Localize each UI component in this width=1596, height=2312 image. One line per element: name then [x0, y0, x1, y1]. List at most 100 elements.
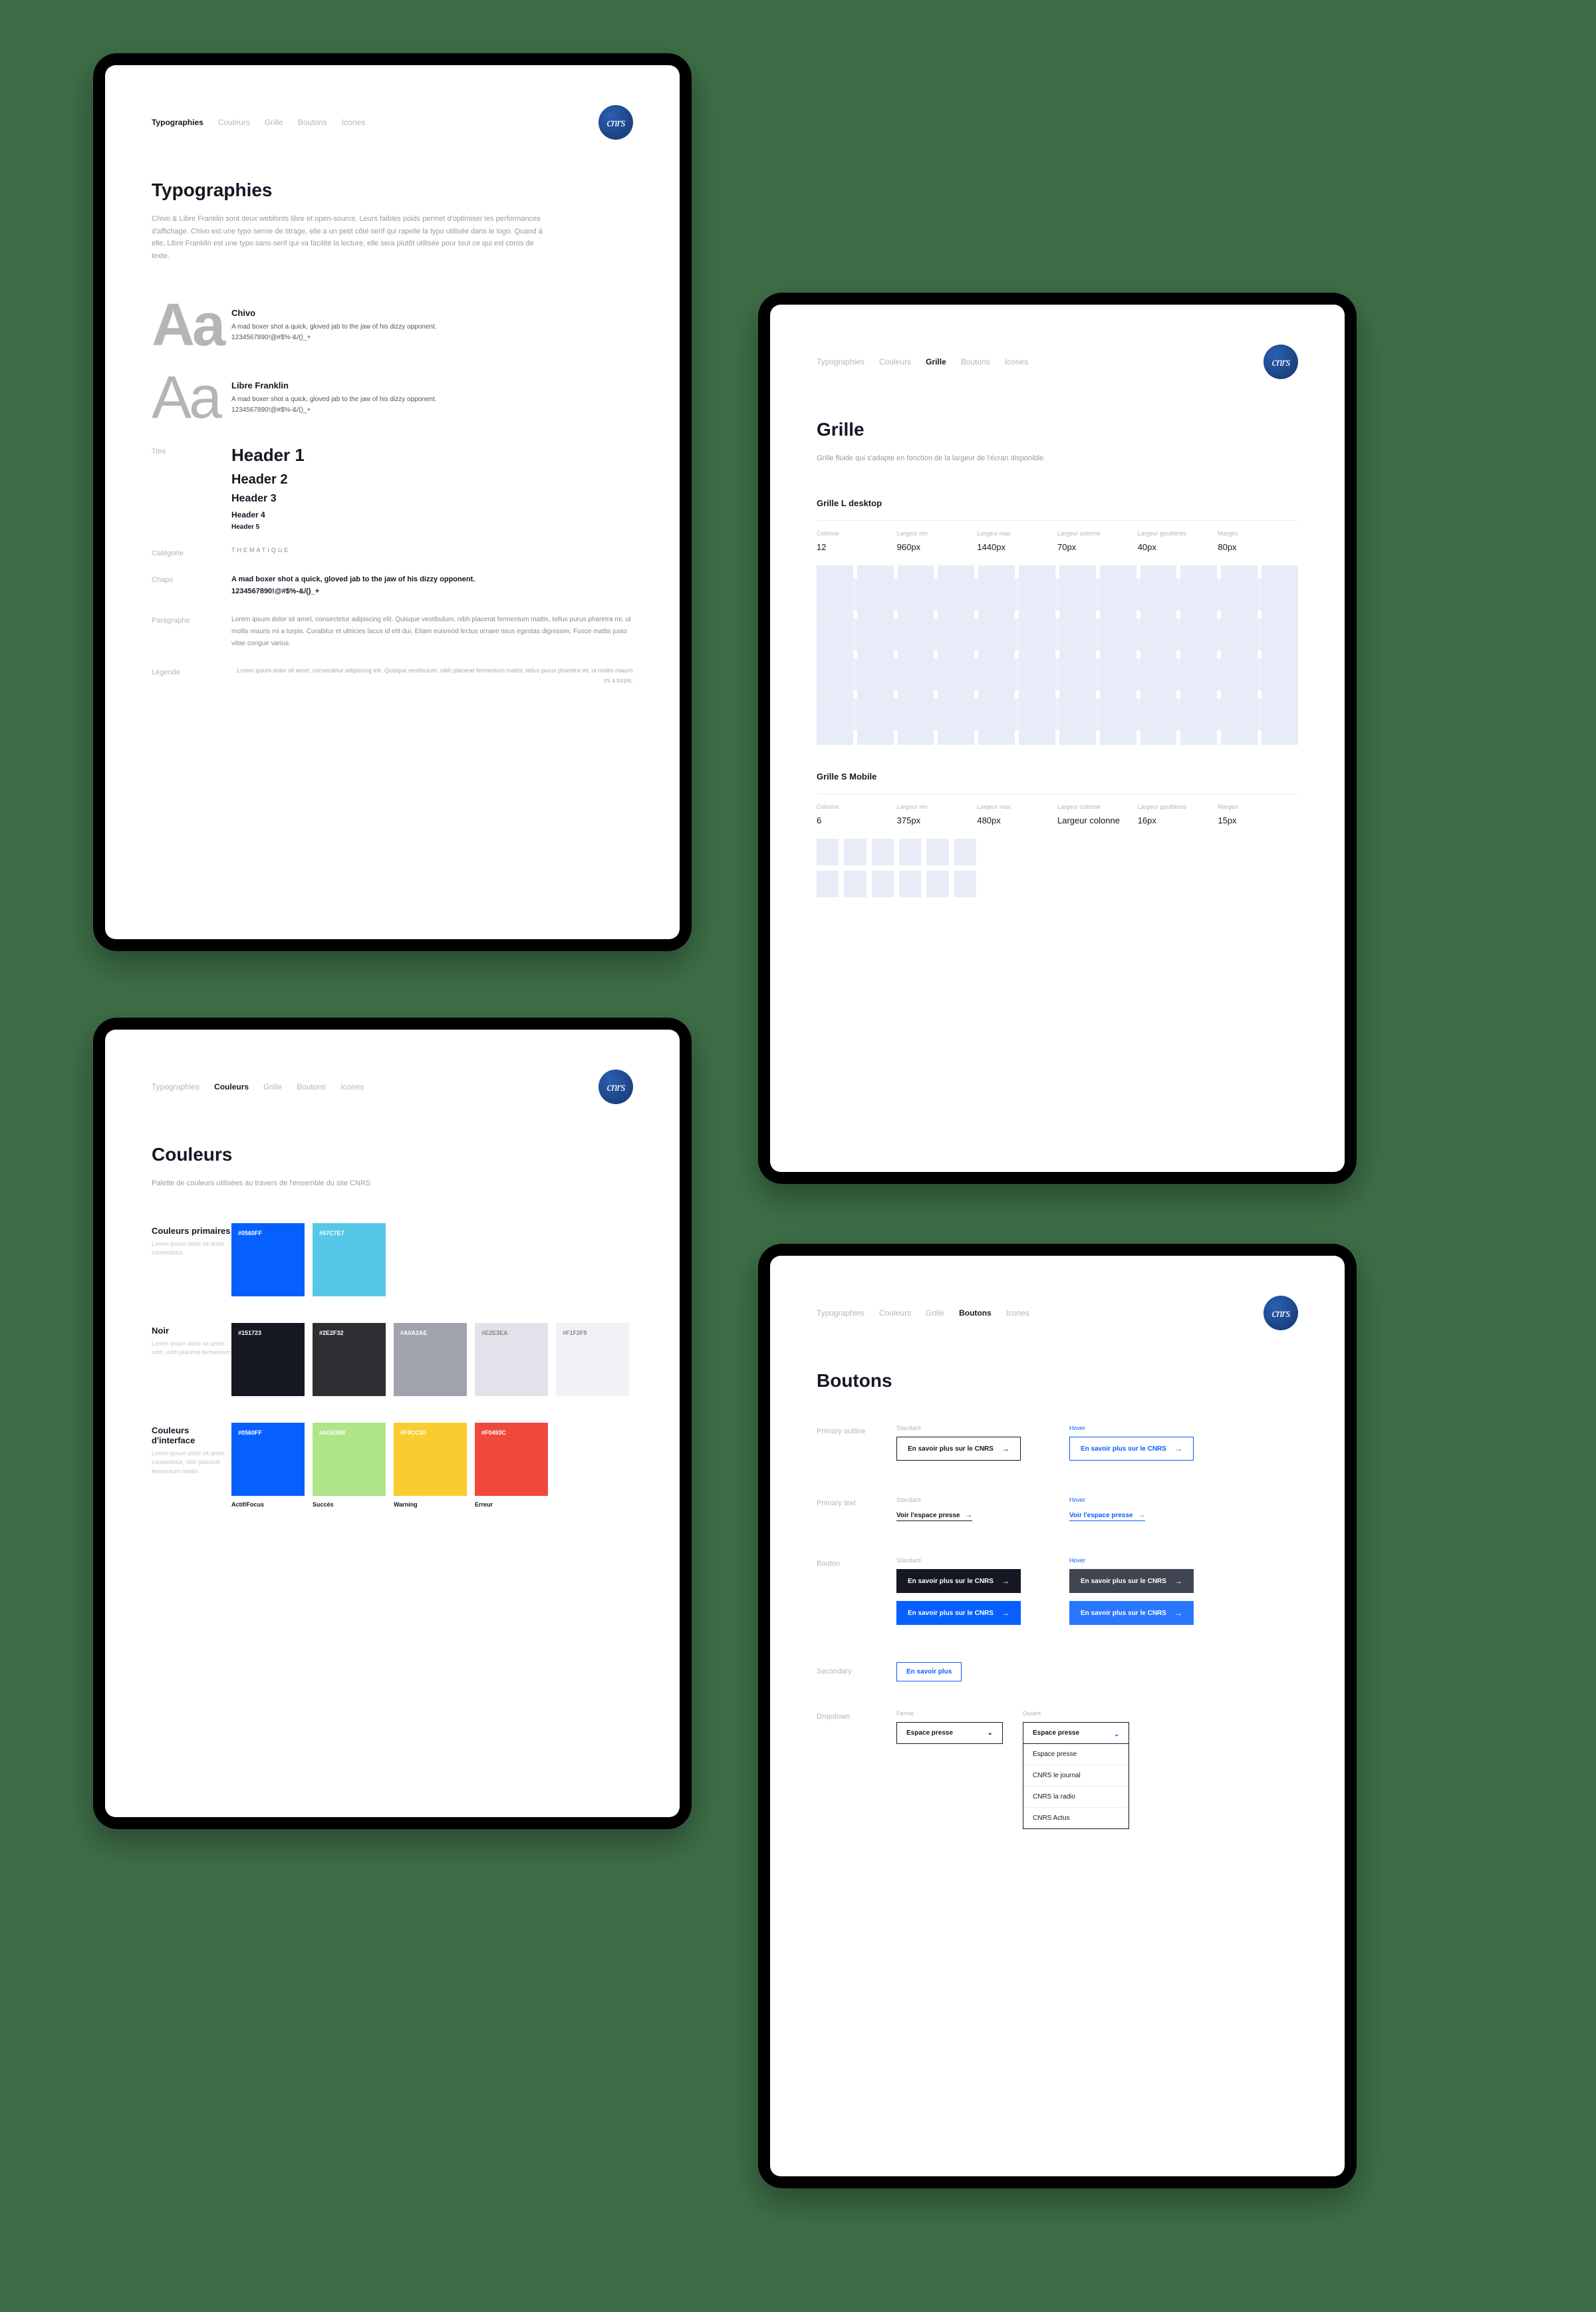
nav-grille[interactable]: Grille — [926, 357, 946, 366]
ui-swatches: #0560FF Actif/Focus #ADE588 Succès #F9CC… — [231, 1423, 633, 1508]
spec-lbl-1: Largeur mn — [897, 530, 978, 537]
dd-label: Espace presse — [1033, 1729, 1079, 1737]
swatch-ui-actif: #0560FF — [231, 1423, 305, 1496]
solid-blue-button-hover[interactable]: En savoir plus sur le CNRS → — [1069, 1601, 1194, 1625]
dd-closed-label: Ferme — [896, 1710, 1003, 1717]
nav-couleurs[interactable]: Couleurs — [218, 118, 250, 127]
nav-grille[interactable]: Grille — [926, 1308, 944, 1318]
dd-open-label: Ouvert — [1023, 1710, 1129, 1717]
primary-outline-button-hover[interactable]: En savoir plus sur le CNRS → — [1069, 1437, 1194, 1461]
btn-label: En savoir plus sur le CNRS — [908, 1610, 994, 1617]
spec-val-3: 70px — [1057, 542, 1138, 552]
arrow-icon: → — [1001, 1444, 1009, 1453]
topbar: Typographies Couleurs Grille Boutons Ico… — [152, 1070, 633, 1104]
intro-text: Chivo & Libre Franklin sont deux webfont… — [152, 213, 551, 263]
swatch-ui-0: #0560FF Actif/Focus — [231, 1423, 305, 1508]
dropdown-open[interactable]: Espace presse ⌃ — [1023, 1722, 1129, 1744]
chevron-down-icon: ⌄ — [988, 1729, 993, 1737]
swatch-noir-2: #A0A2AE — [394, 1323, 467, 1396]
nav-icones[interactable]: Icones — [342, 118, 365, 127]
page-title: Typographies — [152, 180, 633, 201]
nav-couleurs[interactable]: Couleurs — [879, 357, 911, 366]
chapo-chars: 1234567890!@#$%-&/()_+ — [231, 585, 633, 598]
state-hover: Hover — [1069, 1425, 1222, 1431]
specimen-aa-libre: Aa — [152, 371, 231, 425]
nav-typographies[interactable]: Typographies — [817, 357, 864, 366]
nav-typographies[interactable]: Typographies — [152, 118, 203, 127]
swatch-blue: #0560FF — [231, 1223, 305, 1296]
dropdown-item[interactable]: CNRS le journal — [1023, 1765, 1129, 1787]
spec-val-1: 960px — [897, 542, 978, 552]
nav-boutons[interactable]: Boutons — [297, 1082, 326, 1091]
spec-m-val-0: 6 — [817, 815, 897, 825]
solid-dark-button[interactable]: En savoir plus sur le CNRS → — [896, 1569, 1021, 1593]
spec-m-lbl-0: Colonne — [817, 803, 897, 810]
secondary-button[interactable]: En savoir plus — [896, 1662, 962, 1681]
nav-icones[interactable]: Icones — [340, 1082, 364, 1091]
btn-label: En savoir plus sur le CNRS — [908, 1578, 994, 1585]
paragraphe-text: Lorem ipsum dolor sit amet, consectetur … — [231, 614, 633, 650]
nav-typographies[interactable]: Typographies — [817, 1308, 864, 1318]
cap-succes: Succès — [313, 1501, 386, 1508]
screen: Typographies Couleurs Grille Boutons Ico… — [105, 65, 680, 939]
arrow-icon: → — [1174, 1608, 1182, 1618]
mobile-specs: Colonne6 Largeur mn375px Largeur max480p… — [817, 794, 1298, 825]
nav-boutons[interactable]: Boutons — [298, 118, 327, 127]
label-dropdown: Dropdown — [817, 1710, 896, 1721]
label-primary-outline: Primary outline — [817, 1425, 896, 1435]
tablet-couleurs: Typographies Couleurs Grille Boutons Ico… — [93, 1018, 692, 1829]
dropdown-item[interactable]: Espace presse — [1023, 1744, 1129, 1765]
primary-text-link[interactable]: Voir l'espace presse → — [896, 1512, 972, 1521]
pangram-chivo: A mad boxer shot a quick, gloved jab to … — [231, 322, 633, 333]
btn-label: En savoir plus sur le CNRS — [1081, 1578, 1166, 1585]
nav-couleurs[interactable]: Couleurs — [879, 1308, 911, 1318]
spec-val-4: 40px — [1138, 542, 1218, 552]
spec-lbl-2: Largeur max — [977, 530, 1057, 537]
header-3: Header 3 — [231, 493, 633, 505]
nav-icones[interactable]: Icones — [1005, 357, 1028, 366]
primary-text-link-hover[interactable]: Voir l'espace presse → — [1069, 1512, 1145, 1521]
swatch-noir-4: #F1F2F5 — [556, 1323, 629, 1396]
link-label: Voir l'espace presse — [896, 1512, 960, 1519]
chars-chivo: 1234567890!@#$%-&/()_+ — [231, 333, 633, 343]
arrow-icon: → — [1174, 1444, 1182, 1453]
tablet-boutons: Typographies Couleurs Grille Boutons Ico… — [758, 1244, 1357, 2188]
spec-m-val-3: Largeur colonne — [1057, 815, 1138, 825]
solid-blue-button[interactable]: En savoir plus sur le CNRS → — [896, 1601, 1021, 1625]
cap-actif: Actif/Focus — [231, 1501, 305, 1508]
primary-outline-button[interactable]: En savoir plus sur le CNRS → — [896, 1437, 1021, 1461]
dropdown-closed[interactable]: Espace presse ⌄ — [896, 1722, 1003, 1744]
spec-lbl-3: Largeur colonne — [1057, 530, 1138, 537]
nav-boutons[interactable]: Boutons — [961, 357, 990, 366]
dropdown-item[interactable]: CNRS Actus — [1023, 1808, 1129, 1828]
nav-icones[interactable]: Icones — [1006, 1308, 1029, 1318]
categorie-value: THEMATIQUE — [231, 547, 633, 553]
spec-m-val-1: 375px — [897, 815, 978, 825]
nav-typographies[interactable]: Typographies — [152, 1082, 200, 1091]
nav-couleurs[interactable]: Couleurs — [214, 1082, 249, 1091]
cnrs-logo: cnrs — [598, 1070, 633, 1104]
label-primary-text: Primary text — [817, 1497, 896, 1507]
solid-dark-button-hover[interactable]: En savoir plus sur le CNRS → — [1069, 1569, 1194, 1593]
link-label: Voir l'espace presse — [1069, 1512, 1133, 1519]
tablet-typographies: Typographies Couleurs Grille Boutons Ico… — [93, 53, 692, 951]
btn-label: En savoir plus sur le CNRS — [1081, 1445, 1166, 1453]
dropdown-list: Espace presse CNRS le journal CNRS la ra… — [1023, 1744, 1129, 1829]
label-bouton: Bouton — [817, 1557, 896, 1568]
state-hover: Hover — [1069, 1557, 1222, 1564]
nav-grille[interactable]: Grille — [263, 1082, 282, 1091]
chapo-text: A mad boxer shot a quick, gloved jab to … — [231, 573, 633, 586]
pangram-libre: A mad boxer shot a quick, gloved jab to … — [231, 394, 633, 405]
intro-text: Grille fluide qui s'adapte en fonction d… — [817, 452, 1216, 465]
spec-val-5: 80px — [1218, 542, 1298, 552]
cnrs-logo: cnrs — [1264, 345, 1298, 379]
dropdown-item[interactable]: CNRS la radio — [1023, 1787, 1129, 1808]
spec-m-lbl-1: Largeur mn — [897, 803, 978, 810]
label-titre: Titre — [152, 445, 231, 456]
nav-grille[interactable]: Grille — [265, 118, 283, 127]
nav-boutons[interactable]: Boutons — [959, 1308, 992, 1318]
swatch-ui-warning: #F9CC30 — [394, 1423, 467, 1496]
spec-m-lbl-4: Largeur gouttières — [1138, 803, 1218, 810]
btn-label: En savoir plus sur le CNRS — [908, 1445, 994, 1453]
label-secondary: Secondary — [817, 1665, 896, 1675]
